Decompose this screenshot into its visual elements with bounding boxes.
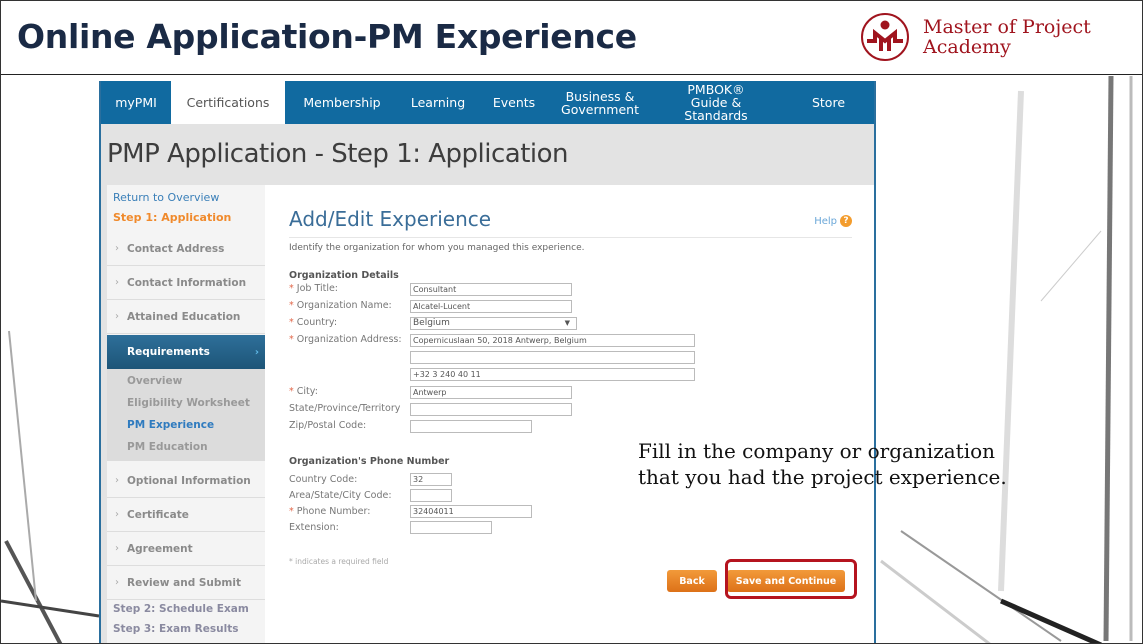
phone-number-label: * Phone Number:: [289, 506, 371, 517]
logo-line-2: Academy: [923, 36, 1011, 58]
city-input[interactable]: Antwerp: [410, 386, 572, 399]
state-label: State/Province/Territory: [289, 403, 401, 414]
chevron-right-icon: ›: [254, 346, 259, 358]
nav-mypmi[interactable]: myPMI: [101, 81, 171, 124]
nav-pmbok-guide[interactable]: PMBOK® Guide & Standards: [649, 81, 783, 124]
logo-line-1: Master of Project: [923, 16, 1091, 38]
organization-details-heading: Organization Details: [289, 270, 399, 281]
return-to-overview-link[interactable]: Return to Overview: [113, 191, 219, 204]
chevron-right-icon: ›: [115, 243, 119, 254]
city-label: * City:: [289, 386, 318, 397]
address-line3-input[interactable]: +32 3 240 40 11: [410, 368, 695, 381]
sidebar-item-requirements[interactable]: Requirements ›: [107, 335, 273, 369]
sidebar-step3[interactable]: Step 3: Exam Results: [113, 623, 238, 635]
sidebar-step1[interactable]: Step 1: Application: [113, 211, 231, 224]
job-title-label: * Job Title:: [289, 283, 339, 294]
help-link[interactable]: Help ?: [814, 215, 852, 227]
sidebar-sub-pm-experience[interactable]: PM Experience: [127, 419, 214, 431]
phone-section-heading: Organization's Phone Number: [289, 456, 450, 467]
organization-name-label: * Organization Name:: [289, 300, 392, 311]
country-value: Belgium: [413, 318, 450, 328]
sidebar-item-contact-address[interactable]: › Contact Address: [107, 232, 265, 266]
organization-address-label: * Organization Address:: [289, 334, 402, 345]
sidebar-item-label: Attained Education: [127, 310, 241, 323]
state-input[interactable]: [410, 403, 572, 416]
sidebar-item-review-and-submit[interactable]: › Review and Submit: [107, 566, 265, 600]
sidebar-item-label: Optional Information: [127, 474, 251, 487]
country-code-input[interactable]: 32: [410, 473, 452, 486]
help-question-icon: ?: [840, 215, 852, 227]
nav-events[interactable]: Events: [477, 81, 551, 124]
sidebar-item-attained-education[interactable]: › Attained Education: [107, 300, 265, 334]
job-title-input[interactable]: Consultant: [410, 283, 572, 296]
sidebar-item-label: Agreement: [127, 542, 193, 555]
sidebar-item-label: Contact Address: [127, 242, 225, 255]
form-title: Add/Edit Experience: [289, 207, 492, 231]
sidebar-sub-overview[interactable]: Overview: [127, 375, 182, 387]
nav-store[interactable]: Store: [783, 81, 874, 124]
nav-business-government[interactable]: Business & Government: [551, 81, 649, 124]
highlight-box: [725, 559, 857, 599]
slide-title: Online Application-PM Experience: [17, 17, 637, 56]
address-line1-input[interactable]: Copernicuslaan 50, 2018 Antwerp, Belgium: [410, 334, 695, 347]
sidebar-item-label: Requirements: [127, 346, 210, 358]
zip-label: Zip/Postal Code:: [289, 420, 367, 431]
back-button[interactable]: Back: [667, 570, 717, 592]
sidebar-step2[interactable]: Step 2: Schedule Exam: [113, 603, 249, 615]
sidebar-sub-eligibility-worksheet[interactable]: Eligibility Worksheet: [127, 397, 250, 409]
nav-learning[interactable]: Learning: [399, 81, 477, 124]
nav-membership[interactable]: Membership: [285, 81, 399, 124]
country-label: * Country:: [289, 317, 338, 328]
address-line2-input[interactable]: [410, 351, 695, 364]
sidebar-item-label: Contact Information: [127, 276, 247, 289]
logo: Master of Project Academy: [859, 11, 1091, 63]
sidebar-item-label: Certificate: [127, 508, 189, 521]
extension-label: Extension:: [289, 522, 339, 533]
callout-text: Fill in the company or organization that…: [638, 439, 1007, 489]
nav-certifications[interactable]: Certifications: [171, 81, 285, 124]
chevron-right-icon: ›: [115, 543, 119, 554]
phone-number-input[interactable]: 32404011: [410, 505, 532, 518]
help-label: Help: [814, 215, 837, 227]
logo-text: Master of Project Academy: [923, 17, 1091, 57]
zip-input[interactable]: [410, 420, 532, 433]
area-code-input[interactable]: [410, 489, 452, 502]
title-divider: [289, 237, 852, 238]
page-heading: PMP Application - Step 1: Application: [107, 139, 569, 169]
main-nav: myPMI Certifications Membership Learning…: [101, 81, 874, 124]
sidebar: Return to Overview Step 1: Application ›…: [107, 185, 273, 643]
dropdown-arrow-icon: ▼: [564, 319, 570, 327]
slide: Online Application-PM Experience Master …: [0, 0, 1143, 644]
sidebar-item-certificate[interactable]: › Certificate: [107, 498, 265, 532]
chevron-right-icon: ›: [115, 311, 119, 322]
sidebar-item-label: Review and Submit: [127, 576, 241, 589]
title-bar: Online Application-PM Experience Master …: [1, 1, 1142, 75]
required-field-note: * indicates a required field: [289, 557, 389, 566]
country-code-label: Country Code:: [289, 474, 358, 485]
country-select[interactable]: Belgium ▼: [410, 317, 577, 330]
area-code-label: Area/State/City Code:: [289, 490, 392, 501]
sidebar-sub-pm-education[interactable]: PM Education: [127, 441, 208, 453]
chevron-right-icon: ›: [115, 277, 119, 288]
sidebar-item-agreement[interactable]: › Agreement: [107, 532, 265, 566]
sidebar-item-optional-information[interactable]: › Optional Information: [107, 464, 265, 498]
organization-name-input[interactable]: Alcatel-Lucent: [410, 300, 572, 313]
extension-input[interactable]: [410, 521, 492, 534]
form-intro: Identify the organization for whom you m…: [289, 243, 585, 253]
sidebar-sub-menu: Overview Eligibility Worksheet PM Experi…: [107, 369, 265, 461]
sidebar-item-contact-information[interactable]: › Contact Information: [107, 266, 265, 300]
chevron-right-icon: ›: [115, 577, 119, 588]
chevron-right-icon: ›: [115, 475, 119, 486]
academy-logo-icon: [861, 13, 909, 61]
chevron-right-icon: ›: [115, 509, 119, 520]
